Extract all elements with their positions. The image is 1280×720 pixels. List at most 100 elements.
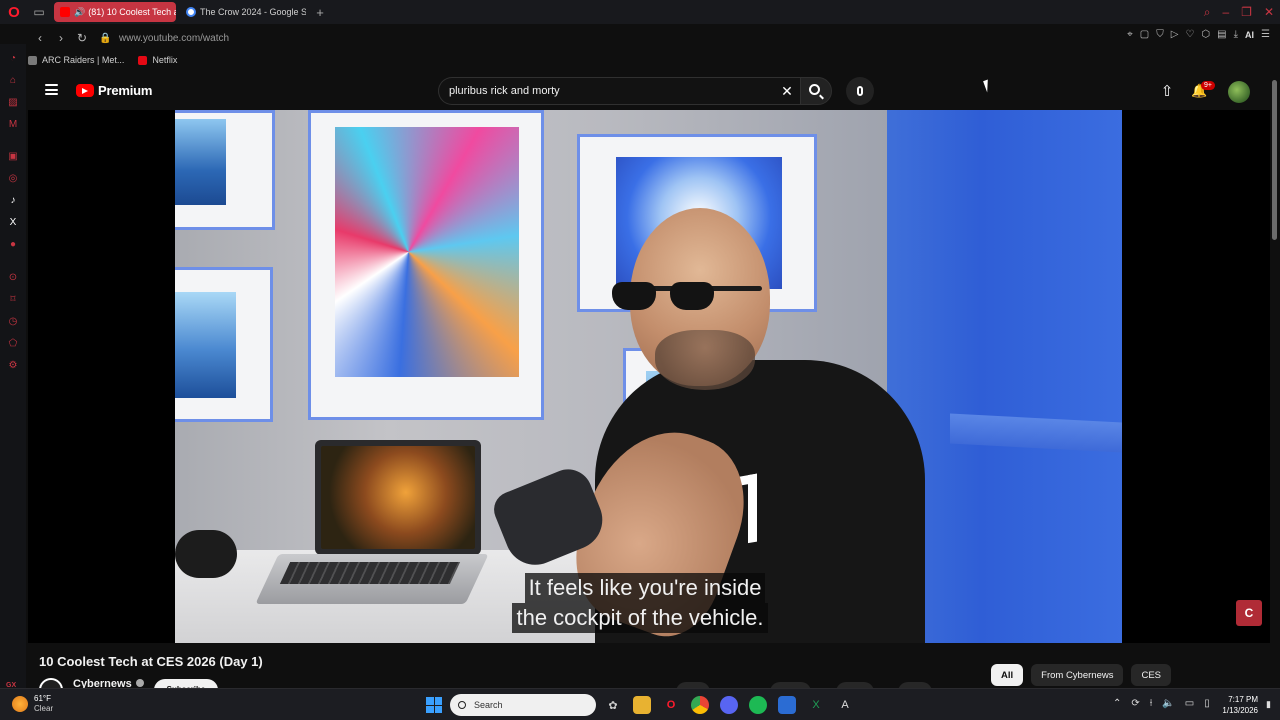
microphone-tray-icon[interactable]: ⍿	[1150, 698, 1153, 709]
messenger-icon[interactable]: M	[7, 118, 19, 130]
search-box: ✕	[438, 77, 800, 105]
search-icon	[458, 701, 466, 709]
restore-button[interactable]: ❐	[1241, 5, 1252, 19]
chip-all[interactable]: All	[991, 664, 1024, 686]
menu-icon[interactable]: ☰	[1261, 29, 1270, 40]
screen: O ▭ 🔊 (81) 10 Coolest Tech at The Crow 2…	[0, 0, 1280, 720]
clock-date: 1/13/2026	[1222, 706, 1258, 715]
minimize-button[interactable]: –	[1222, 5, 1229, 19]
back-button[interactable]: ‹	[31, 29, 49, 47]
ai-button[interactable]: AI	[1245, 30, 1254, 40]
tab-label: (81) 10 Coolest Tech at	[88, 7, 176, 17]
play-icon[interactable]: ▷	[1171, 29, 1179, 40]
search-tabs-icon[interactable]: ⌕	[1204, 5, 1211, 20]
speaker-object	[175, 530, 237, 578]
speaker-icon[interactable]: 🔊	[74, 7, 85, 18]
tab-switcher-icon[interactable]: ▭	[28, 0, 50, 24]
address-bar: ‹ › ↻ 🔒 www.youtube.com/watch ⌖ ▢ ⛉ ▷ ♡ …	[28, 26, 1280, 50]
heart-icon[interactable]: ♡	[1185, 29, 1194, 40]
extensions-icon[interactable]: ⬡	[1201, 29, 1210, 40]
spotify-icon[interactable]	[749, 696, 767, 714]
address-bar-tools: ⌖ ▢ ⛉ ▷ ♡ ⬡ ▤ ⤓ AI ☰	[1127, 29, 1270, 40]
sync-icon[interactable]: ⟳	[1131, 698, 1139, 709]
extensions-sidebar-icon[interactable]: ⬠	[7, 337, 19, 349]
opera-gx-icon[interactable]: O	[662, 696, 680, 714]
pinboard-icon[interactable]: ⌑	[7, 293, 19, 305]
download-icon[interactable]: ⤓	[1234, 29, 1238, 40]
notification-center-icon[interactable]: ▮	[1266, 699, 1271, 710]
browser-tabbar: O ▭ 🔊 (81) 10 Coolest Tech at The Crow 2…	[0, 0, 1280, 24]
netflix-icon	[138, 55, 148, 65]
network-icon[interactable]: ▭	[1185, 698, 1194, 709]
windows-taskbar: 61°F Clear Search ✿ O X A ⌃ ⟳ ⍿ 🔈 ▭ ▯ 7:…	[0, 688, 1280, 720]
discord-icon[interactable]: ▨	[7, 96, 19, 108]
video-title: 10 Coolest Tech at CES 2026 (Day 1)	[39, 654, 263, 669]
verified-icon	[135, 679, 144, 687]
wallet-icon[interactable]: ▤	[1217, 29, 1226, 40]
clock[interactable]: 7:17 PM 1/13/2026	[1208, 694, 1258, 716]
search-input[interactable]	[449, 85, 749, 97]
volume-icon[interactable]: 🔈	[1162, 698, 1174, 709]
app-a-icon[interactable]: A	[836, 696, 854, 714]
twitch-icon[interactable]: ▣	[7, 150, 19, 162]
search-icon	[809, 84, 820, 95]
create-upload-icon[interactable]: ⇧	[1159, 83, 1175, 100]
excel-icon[interactable]: X	[807, 696, 825, 714]
reload-button[interactable]: ↻	[73, 29, 91, 47]
bookmark-arc-raiders[interactable]: ARC Raiders | Met...	[28, 55, 124, 65]
bookmark-netflix[interactable]: Netflix	[138, 55, 177, 65]
microphone-icon	[857, 86, 863, 96]
guide-menu-icon[interactable]	[45, 84, 58, 95]
weather-widget[interactable]: 61°F Clear	[12, 694, 53, 714]
snapshot-icon[interactable]: ▢	[1140, 29, 1149, 40]
instagram-icon[interactable]: ◎	[7, 172, 19, 184]
pin-icon[interactable]: ⌖	[1127, 29, 1133, 40]
bookmarks-bar: ARC Raiders | Met... Netflix	[28, 52, 177, 68]
search-button[interactable]	[800, 77, 832, 105]
person-beard	[655, 330, 755, 390]
start-button-icon[interactable]	[426, 697, 442, 713]
system-tray: ⌃ ⟳ ⍿ 🔈 ▭ ▯	[1113, 698, 1210, 709]
history-icon[interactable]: ◷	[7, 315, 19, 327]
taskbar-search[interactable]: Search	[450, 694, 596, 716]
opera-logo-icon[interactable]: O	[0, 0, 28, 24]
chip-from-channel[interactable]: From Cybernews	[1031, 664, 1124, 686]
shield-icon[interactable]: ⛉	[1156, 29, 1164, 40]
tab-youtube[interactable]: 🔊 (81) 10 Coolest Tech at	[54, 2, 176, 22]
youtube-play-icon	[76, 84, 94, 97]
speed-dial-icon[interactable]: ◔	[7, 52, 19, 64]
player-icon[interactable]: ⊙	[7, 271, 19, 283]
channel-watermark-icon[interactable]: C	[1236, 600, 1262, 626]
new-tab-button[interactable]: +	[310, 2, 330, 22]
page-scrollbar[interactable]	[1270, 72, 1280, 687]
aria-icon[interactable]: ⌂	[7, 74, 19, 86]
chrome-icon[interactable]	[691, 696, 709, 714]
clear-search-icon[interactable]: ✕	[779, 83, 795, 99]
file-explorer-icon[interactable]	[633, 696, 651, 714]
tiktok-icon[interactable]: ♪	[7, 194, 19, 206]
scrollbar-thumb[interactable]	[1272, 80, 1277, 240]
discord-icon[interactable]	[720, 696, 738, 714]
url-field[interactable]: www.youtube.com/watch	[119, 33, 229, 44]
youtube-logo[interactable]: Premium	[76, 83, 152, 98]
close-window-button[interactable]: ✕	[1264, 5, 1274, 19]
logo-text: Premium	[98, 83, 153, 98]
tab-google[interactable]: The Crow 2024 - Google S	[180, 2, 306, 22]
chip-ces[interactable]: CES	[1131, 664, 1172, 686]
x-icon[interactable]: X	[7, 216, 19, 228]
voice-search-button[interactable]	[846, 77, 874, 105]
caption-line: the cockpit of the vehicle.	[512, 603, 768, 633]
weather-icon	[12, 696, 28, 712]
app-icon[interactable]	[778, 696, 796, 714]
copilot-icon[interactable]: ✿	[604, 696, 622, 714]
chevron-up-icon[interactable]: ⌃	[1113, 698, 1121, 709]
weather-temp: 61°F	[34, 694, 51, 703]
bookmark-label: ARC Raiders | Met...	[42, 55, 125, 65]
forward-button[interactable]: ›	[52, 29, 70, 47]
music-icon[interactable]: ●	[7, 238, 19, 250]
laptop	[315, 440, 481, 555]
video-player[interactable]	[175, 110, 1122, 643]
settings-icon[interactable]: ⚙	[7, 359, 19, 371]
youtube-icon	[60, 7, 70, 17]
avatar[interactable]	[1228, 81, 1250, 103]
